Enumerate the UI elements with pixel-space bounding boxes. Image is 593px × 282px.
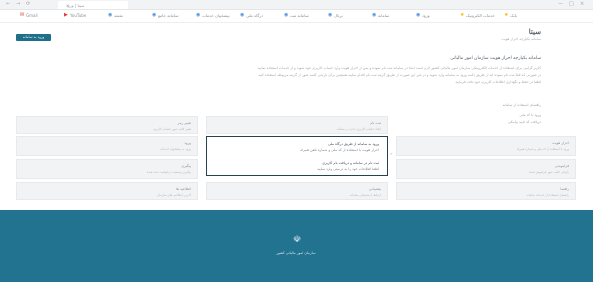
reload-icon[interactable]: ⟳: [26, 1, 30, 7]
card-title: پیگیری: [181, 164, 191, 168]
service-card[interactable]: احراز هویت ورود با استفاده از کد ملی و ش…: [396, 136, 576, 156]
bookmark-icon[interactable]: ★: [504, 13, 508, 18]
card-title: راهنما: [560, 187, 569, 191]
bookmark-icon[interactable]: ◉: [240, 13, 244, 18]
bookmark-label[interactable]: سامانه جامع: [158, 13, 178, 18]
bookmark-icon[interactable]: ◉: [284, 13, 288, 18]
card-desc: راهنمای استفاده از خدمات سامانه: [526, 193, 569, 197]
bookmark-label[interactable]: نقشه: [114, 13, 123, 18]
bookmark-label[interactable]: Gmail: [26, 13, 38, 18]
service-card[interactable]: راهنما راهنمای استفاده از خدمات سامانه: [396, 182, 576, 200]
bookmark-icon[interactable]: ✉: [20, 13, 24, 18]
card-title: فراموشی: [554, 164, 569, 168]
note-line: ورود با کد ملی: [519, 113, 541, 117]
bookmark-icon[interactable]: ◉: [108, 13, 112, 18]
card-title: احراز هویت: [552, 141, 569, 145]
bookmark-label[interactable]: سامانه ثبت: [290, 13, 309, 18]
bookmark-label[interactable]: پرتال: [334, 13, 343, 18]
check-icon: ✓: [390, 152, 393, 156]
tab-close-icon[interactable]: ×: [66, 3, 125, 8]
bookmark-icon[interactable]: ◉: [328, 13, 332, 18]
card-desc: تغییر کلمه عبور حساب کاربری: [153, 127, 191, 131]
minimize-icon[interactable]: —: [558, 1, 563, 7]
forward-icon[interactable]: →: [16, 1, 20, 7]
service-card[interactable]: تغییر رمز تغییر کلمه عبور حساب کاربری: [16, 116, 198, 134]
card-desc: ایجاد حساب کاربری جدید در سامانه: [336, 127, 381, 131]
card-desc: بازیابی کلمه عبور فراموش شده: [529, 170, 569, 174]
selected-card-line: لطفا اطلاعات خود را به درستی وارد نمایید: [317, 167, 379, 171]
card-desc: ارتباط با پشتیبانی سامانه: [349, 193, 381, 197]
page-headline: سامانه یکپارچه احراز هویت سازمان امور ما…: [450, 56, 541, 61]
bookmark-label[interactable]: بانک: [510, 13, 517, 18]
intro-paragraph: کاربر گرامی برای استفاده از خدمات الکترو…: [257, 66, 541, 70]
bookmark-label[interactable]: سامانه: [378, 13, 389, 18]
intro-paragraph: در صورتی که قبلا ثبت نام نموده اید از طر…: [258, 73, 541, 77]
service-card[interactable]: اطلاعیه ها آخرین اطلاعیه های سازمان: [16, 182, 198, 200]
bookmark-icon[interactable]: ◉: [196, 13, 200, 18]
selected-card-line: ثبت نام در سامانه و دریافت نام کاربری: [322, 161, 379, 165]
note-line: دریافت کد تایید پیامکی: [508, 120, 541, 124]
close-window-icon[interactable]: ×: [580, 1, 584, 7]
bookmark-icon[interactable]: ◉: [152, 13, 156, 18]
service-card[interactable]: پیگیری پیگیری وضعیت درخواست ثبت شده: [16, 159, 198, 179]
bookmark-label[interactable]: درگاه ملی: [246, 13, 263, 18]
card-title: پشتیبانی: [368, 187, 381, 191]
site-title: سیتا: [528, 27, 541, 36]
back-icon[interactable]: ←: [6, 1, 10, 7]
service-card[interactable]: فراموشی بازیابی کلمه عبور فراموش شده: [396, 159, 576, 179]
maximize-icon[interactable]: □: [569, 1, 574, 7]
card-title: ورود: [184, 141, 191, 145]
bookmark-icon[interactable]: ▶: [64, 13, 68, 18]
footer-text: سازمان امور مالیاتی کشور: [276, 251, 316, 255]
bookmark-icon[interactable]: ◉: [372, 13, 376, 18]
bookmark-label[interactable]: YouTube: [70, 13, 86, 18]
selected-card-line: احراز هویت با استفاده از کد ملی و شماره …: [300, 148, 379, 152]
service-card[interactable]: پشتیبانی ارتباط با پشتیبانی سامانه: [206, 182, 388, 200]
service-card[interactable]: ثبت نام ایجاد حساب کاربری جدید در سامانه: [206, 116, 388, 134]
card-desc: ورود با استفاده از کد ملی و شماره همراه: [516, 147, 569, 151]
intro-paragraph: لطفا در حفظ و نگهداری اطلاعات کاربری خود…: [455, 80, 541, 84]
login-button[interactable]: ورود به سامانه: [16, 34, 51, 41]
bookmark-label[interactable]: ورود: [422, 13, 430, 18]
card-desc: آخرین اطلاعیه های سازمان: [156, 193, 191, 197]
bookmark-label[interactable]: پیشخوان خدمات: [202, 13, 230, 18]
card-title: تغییر رمز: [177, 121, 191, 125]
bookmark-icon[interactable]: ★: [460, 13, 464, 18]
site-subtitle: سامانه یکپارچه احراز هویت: [501, 37, 541, 41]
card-desc: ورود به پیشخوان خدمات: [160, 147, 191, 151]
card-title: اطلاعیه ها: [176, 187, 191, 191]
bookmark-icon[interactable]: ◉: [416, 13, 420, 18]
browser-tab[interactable]: سیتا | ورود ×: [58, 1, 128, 9]
card-desc: پیگیری وضعیت درخواست ثبت شده: [146, 170, 191, 174]
service-card[interactable]: ورود ورود به پیشخوان خدمات: [16, 136, 198, 156]
selected-service-card[interactable]: ورود به سامانه از طریق درگاه ملی احراز ه…: [206, 136, 388, 176]
bookmark-label[interactable]: خدمات الکترونیک: [466, 13, 495, 18]
card-title: ثبت نام: [370, 121, 381, 125]
emblem-icon: ☫: [292, 235, 302, 245]
selected-card-line: ورود به سامانه از طریق درگاه ملی: [328, 142, 379, 146]
note-title: راهنمای استفاده از سامانه: [502, 103, 541, 107]
